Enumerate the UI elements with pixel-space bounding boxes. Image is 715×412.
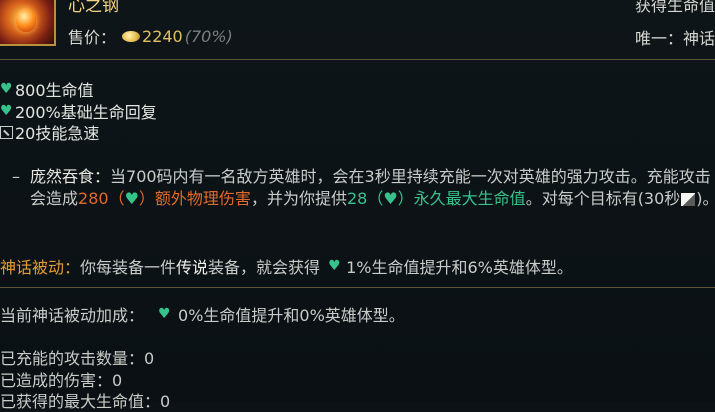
passive-body: 庞然吞食：当700码内有一名敌方英雄时，会在3秒里持续充能一次对英雄的强力攻击。… — [30, 166, 715, 210]
item-type-label: 获得生命值 — [634, 0, 715, 15]
divider — [0, 287, 715, 288]
heart-icon: ♥ — [158, 305, 171, 322]
bonus-value: 0%生命值提升和0%英雄体型。 — [178, 306, 405, 325]
price-row: 售价： 2240 (70%) — [68, 24, 233, 48]
hp-paren-open: （ — [367, 189, 384, 208]
mythic-text: 装备，就会获得 — [208, 258, 321, 277]
divider — [0, 59, 715, 60]
mythic-bonus: 当前神话被动加成： ♥ 0%生命值提升和0%英雄体型。 — [0, 302, 405, 326]
item-name: 心之钢 — [68, 0, 119, 16]
item-tooltip: 心之钢 售价： 2240 (70%) 获得生命值 唯一：神话 ♥ 800生命值 … — [0, 0, 715, 411]
mythic-text: 1%生命值提升和6%英雄体型。 — [346, 258, 573, 277]
stat-ability-haste: 20技能急速 — [0, 120, 99, 144]
ability-haste-icon — [0, 125, 13, 139]
mythic-label: 神话被动： — [0, 258, 81, 277]
sell-percent: (70%) — [184, 26, 233, 46]
bonus-label: 当前神话被动加成： — [0, 306, 145, 325]
heart-icon: ♥ — [124, 189, 139, 208]
damage-paren-open: （ — [108, 189, 125, 208]
passive-text: ，并为你提供 — [250, 189, 347, 208]
item-unique-label: 唯一：神话 — [634, 29, 715, 48]
hp-value: 28 — [346, 189, 368, 208]
stat-health: ♥ 800生命值 — [0, 77, 94, 101]
max-hp-gained: 已获得的最大生命值：0 — [0, 392, 171, 411]
gold-coin-icon — [122, 30, 141, 42]
passive-description: – 庞然吞食：当700码内有一名敌方英雄时，会在3秒里持续充能一次对英雄的强力攻… — [12, 166, 715, 210]
price-label: 售价： — [68, 28, 117, 47]
heart-icon: ♥ — [0, 80, 13, 97]
heart-icon: ♥ — [383, 189, 398, 208]
stat-text: 20技能急速 — [15, 124, 100, 143]
heart-icon: ♥ — [0, 102, 13, 119]
item-gem-icon — [16, 8, 36, 32]
hp-type: ）永久最大生命值 — [397, 189, 526, 208]
heartsteel-item-icon — [0, 0, 56, 46]
cursor-icon — [681, 193, 696, 206]
passive-text: )。 — [696, 189, 715, 208]
damage-value: 280 — [78, 189, 109, 208]
mythic-legend: 传说 — [176, 258, 209, 277]
passive-name: 庞然吞食： — [30, 167, 111, 186]
charged-attacks: 已充能的攻击数量：0 — [0, 349, 155, 368]
stat-text: 800生命值 — [15, 81, 94, 100]
passive-text: 。对每个目标有(30秒 — [525, 189, 681, 208]
heart-icon: ♥ — [328, 257, 341, 274]
price-value: 2240 — [142, 26, 183, 46]
mythic-passive: 神话被动： 你每装备一件 传说 装备，就会获得 ♥ 1%生命值提升和6%英雄体型… — [0, 254, 573, 278]
damage-type: ）额外物理伤害 — [138, 189, 251, 208]
mythic-text: 你每装备一件 — [80, 258, 177, 277]
bullet-dash: – — [12, 167, 20, 186]
